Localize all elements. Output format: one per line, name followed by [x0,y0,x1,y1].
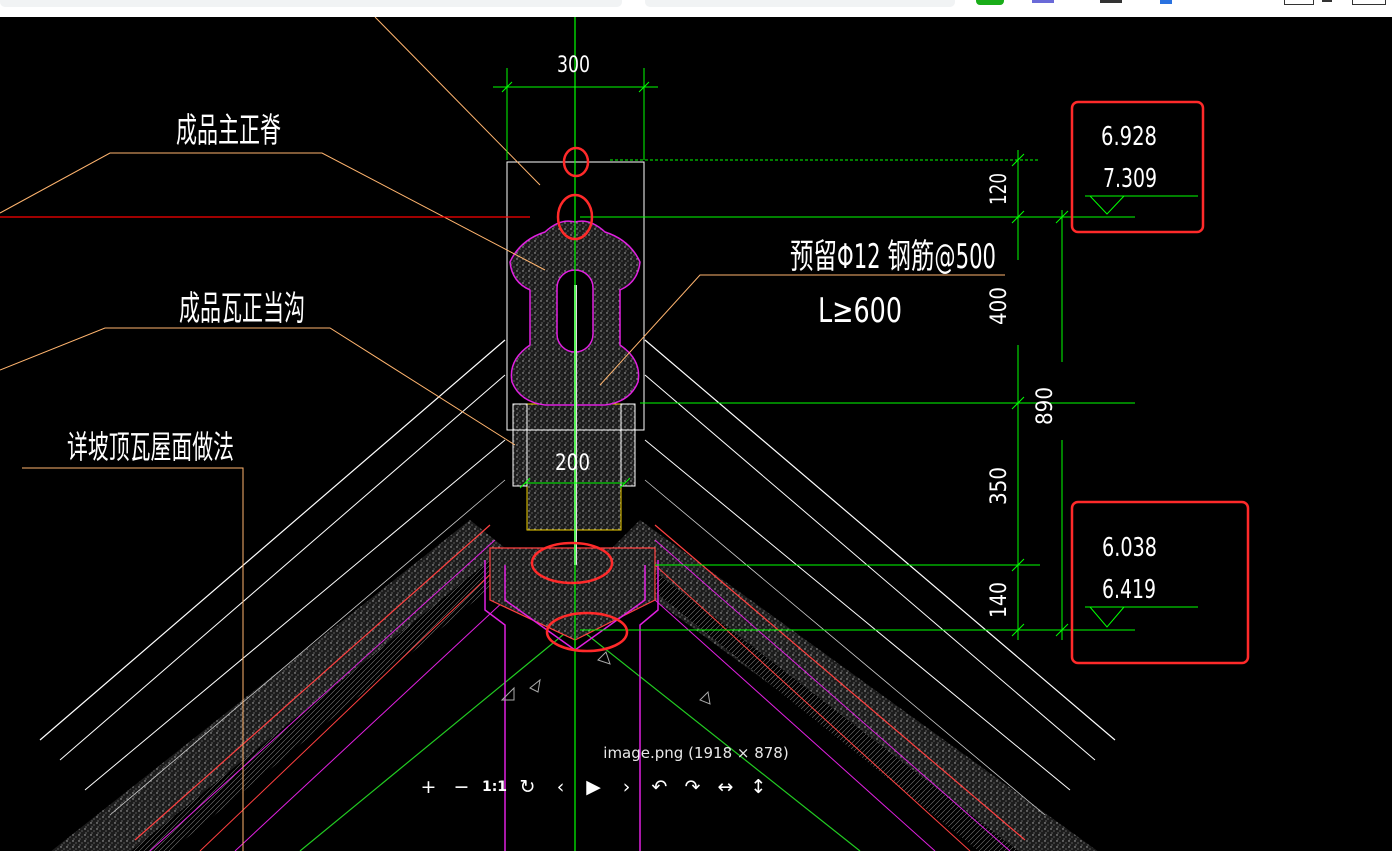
dim-120: 120 [987,173,1012,205]
wechat-icon[interactable] [976,0,1004,5]
elevation-bottom-1: 6.038 [1102,533,1157,563]
tiles-icon[interactable] [1284,0,1314,5]
menu-icon[interactable] [1352,0,1386,5]
label-main-ridge: 成品主正脊 [176,111,281,151]
search-field[interactable] [645,0,955,7]
cad-drawing-canvas: 300 200 120 400 890 350 140 成品主正脊 成品瓦正当沟… [0,17,1250,851]
dim-400: 400 [987,287,1012,325]
browser-top-strip [0,0,1392,17]
viewer-toolbar: + − 1:1 ↻ ‹ ▶ › ↶ ↷ ↔ ↕ [412,774,775,800]
elevation-top-2: 7.309 [1103,164,1157,194]
zoom-in-button[interactable]: + [412,774,445,800]
label-roof-method: 详坡顶瓦屋面做法 [67,428,234,466]
rotate-left-button[interactable]: ↶ [643,774,676,800]
actual-size-button[interactable]: 1:1 [478,774,511,800]
flip-horizontal-button[interactable]: ↔ [709,774,742,800]
bookmark-icon[interactable] [1032,0,1054,3]
dim-300: 300 [557,53,590,78]
elevation-texts: 6.928 7.309 6.038 6.419 [1101,122,1157,605]
elevation-top-1: 6.928 [1101,122,1157,152]
reset-button[interactable]: ↻ [511,774,544,800]
label-tile-gutter: 成品瓦正当沟 [179,289,305,329]
dim-350: 350 [987,467,1012,505]
dim-890: 890 [1033,387,1058,425]
rotate-right-button[interactable]: ↷ [676,774,709,800]
label-rebar: 预留Φ12 钢筋@500 [790,237,996,277]
address-field[interactable] [0,0,622,7]
play-button[interactable]: ▶ [577,774,610,800]
image-caption: image.png (1918 × 878) [603,744,789,762]
dim-140: 140 [987,582,1012,618]
flip-vertical-button[interactable]: ↕ [742,774,775,800]
extension-icon[interactable] [1100,0,1122,3]
next-button[interactable]: › [610,774,643,800]
label-rebar-length: L≥600 [818,291,902,331]
elevation-bottom-2: 6.419 [1102,575,1156,605]
dim-200: 200 [555,451,590,476]
minimize-icon[interactable] [1322,0,1332,2]
profile-icon[interactable] [1160,0,1172,4]
zoom-out-button[interactable]: − [445,774,478,800]
prev-button[interactable]: ‹ [544,774,577,800]
